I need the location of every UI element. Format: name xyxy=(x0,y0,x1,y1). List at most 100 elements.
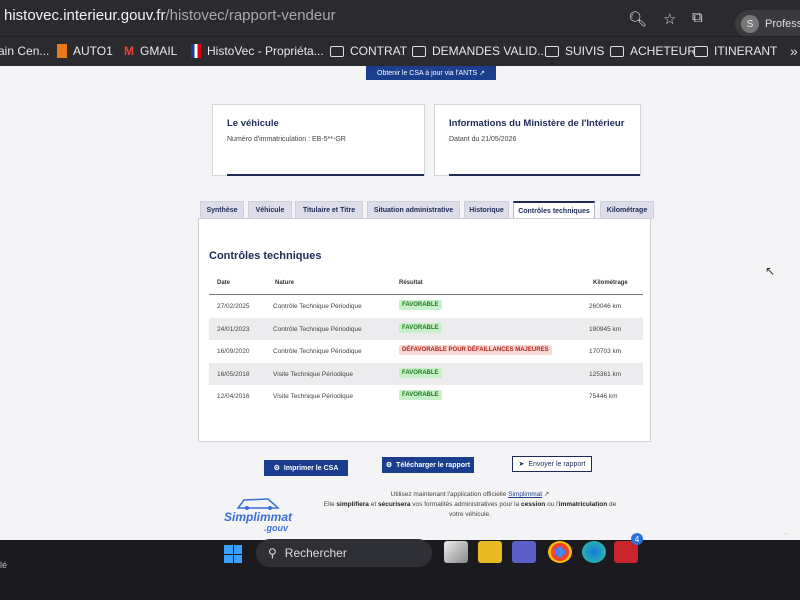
button-label: Télécharger le rapport xyxy=(396,461,471,469)
address-bar[interactable]: histovec.interieur.gouv.fr/histovec/rapp… xyxy=(0,0,800,38)
promo-line-3: votre véhicule. xyxy=(449,511,491,518)
tab-vehicule[interactable]: Véhicule xyxy=(248,201,292,219)
cell-date: 27/02/2025 xyxy=(217,303,250,310)
task-view-icon[interactable] xyxy=(444,541,468,563)
controles-panel: Contrôles techniques Date Nature Résulta… xyxy=(198,218,651,442)
chevron-up-icon[interactable]: ⌃ xyxy=(782,532,790,543)
button-label: Obtenir le CSA à jour via l'ANTS xyxy=(377,69,478,77)
table-row: 16/05/2018 Visite Technique Périodique F… xyxy=(209,362,643,385)
col-result: Résultat xyxy=(399,280,423,286)
bookmark-folder[interactable]: CONTRAT xyxy=(330,44,407,58)
extensions-icon[interactable]: ⧉ xyxy=(692,9,703,26)
tab-kilometrage[interactable]: Kilométrage xyxy=(600,201,654,219)
bookmark-folder[interactable]: ITINERANT xyxy=(694,44,777,58)
folder-icon xyxy=(545,45,559,57)
button-label: Imprimer le CSA xyxy=(283,464,339,472)
chrome-icon[interactable] xyxy=(548,541,572,563)
bookmark-label: ITINERANT xyxy=(714,44,778,58)
tab-synthese[interactable]: Synthèse xyxy=(200,201,244,219)
cell-date: 16/05/2018 xyxy=(217,370,250,378)
mouse-cursor-icon: ↖ xyxy=(765,264,776,278)
bookmark-star-icon[interactable]: ☆ xyxy=(663,10,676,28)
plate-number: Numéro d'immatriculation : EB-5**-GR xyxy=(227,136,346,143)
status-badge: FAVORABLE xyxy=(399,300,442,310)
cell-date: 12/04/2016 xyxy=(217,393,250,400)
bookmark-folder[interactable]: ACHETEUR xyxy=(610,44,696,58)
vehicle-card: Le véhicule Numéro d'immatriculation : E… xyxy=(212,104,425,176)
gmail-icon: M xyxy=(124,44,134,58)
cell-km: 190945 km xyxy=(589,325,622,333)
folder-icon xyxy=(694,45,708,57)
folder-icon xyxy=(610,45,624,57)
edge-icon[interactable] xyxy=(582,541,606,563)
promo-bold: cession xyxy=(521,501,546,508)
table-row: 24/01/2023 Contrôle Technique Périodique… xyxy=(209,317,643,340)
tab-situation[interactable]: Situation administrative xyxy=(367,201,460,219)
bookmark-label: ain Cen... xyxy=(0,44,50,58)
promo-line-2: Elle simplifiera et sécurisera vos forma… xyxy=(300,500,640,510)
simplimmat-logo[interactable]: Simplimmat .gouv xyxy=(224,496,296,536)
external-link-icon: ↗ xyxy=(543,491,550,498)
promo-text: Elle xyxy=(323,501,337,508)
print-csa-button[interactable]: ⚙ Imprimer le CSA xyxy=(264,460,348,476)
histovec-icon xyxy=(191,44,201,58)
promo-text: et xyxy=(368,501,378,508)
bookmark-label: CONTRAT xyxy=(350,44,408,58)
promo-text: de xyxy=(607,501,617,508)
cell-km: 75446 km xyxy=(589,393,618,400)
cell-nature: Contrôle Technique Périodique xyxy=(273,348,362,355)
simplimmat-link[interactable]: Simplimmat xyxy=(508,491,542,498)
bookmark-item[interactable]: M GMAIL xyxy=(124,44,177,58)
bookmarks-overflow-icon[interactable]: » xyxy=(790,43,798,59)
bookmark-label: AUTO1 xyxy=(73,44,113,58)
card-title: Informations du Ministère de l'Intérieur xyxy=(449,118,625,129)
tab-historique[interactable]: Historique xyxy=(464,201,509,219)
profile-button[interactable]: S Professi xyxy=(735,10,800,38)
get-csa-button[interactable]: Obtenir le CSA à jour via l'ANTS ↗ xyxy=(366,66,496,80)
logo-subtext: .gouv xyxy=(264,523,288,533)
card-underline xyxy=(449,174,640,176)
promo-text: Utilisez maintenant l'application offici… xyxy=(390,491,509,498)
cell-nature: Visite Technique Périodique xyxy=(273,393,353,400)
download-report-button[interactable]: ⚙ Télécharger le rapport xyxy=(382,457,474,473)
file-explorer-icon[interactable] xyxy=(478,541,502,563)
bookmark-label: ACHETEUR xyxy=(630,44,697,58)
car-icon xyxy=(236,498,280,510)
notification-badge: 4 xyxy=(631,533,643,545)
bookmark-folder[interactable]: DEMANDES VALID... xyxy=(412,44,547,58)
tab-controles-techniques[interactable]: Contrôles techniques xyxy=(513,201,595,219)
col-km: Kilométrage xyxy=(593,280,628,286)
windows-start-icon[interactable] xyxy=(224,545,242,563)
bookmark-item[interactable]: AUTO1 xyxy=(57,44,113,58)
send-report-button[interactable]: ➤ Envoyer le rapport xyxy=(512,456,592,472)
external-link-icon: ↗ xyxy=(479,70,485,77)
card-title: Le véhicule xyxy=(227,118,279,129)
promo-bold: simplifiera xyxy=(336,501,369,508)
col-date: Date xyxy=(217,280,231,286)
status-badge: FAVORABLE xyxy=(399,367,442,378)
bookmark-item[interactable]: HistoVec - Propriéta... xyxy=(191,44,324,58)
url-host: histovec.interieur.gouv.fr xyxy=(4,7,166,24)
url-text[interactable]: histovec.interieur.gouv.fr/histovec/rapp… xyxy=(4,7,336,24)
controles-table: Date Nature Résultat Kilométrage 27/02/2… xyxy=(209,271,643,408)
cell-km: 260046 km xyxy=(589,303,622,310)
url-actions: 🔍︎ ☆ xyxy=(628,10,677,28)
table-row: 27/02/2025 Contrôle Technique Périodique… xyxy=(209,295,643,318)
ministry-date: Datant du 21/05/2026 xyxy=(449,136,517,143)
promo-text: ou l' xyxy=(545,501,559,508)
tab-titulaire[interactable]: Titulaire et Titre xyxy=(295,201,363,219)
status-badge: FAVORABLE xyxy=(399,322,442,333)
cell-date: 16/09/2020 xyxy=(217,348,250,355)
bookmark-item[interactable]: ain Cen... xyxy=(0,44,49,58)
promo-bold: immatriculation xyxy=(558,501,608,508)
cell-nature: Contrôle Technique Périodique xyxy=(273,303,362,310)
col-nature: Nature xyxy=(275,280,295,286)
teams-icon[interactable] xyxy=(512,541,536,563)
folder-icon xyxy=(330,45,344,57)
zoom-icon[interactable]: 🔍︎ xyxy=(628,10,647,28)
bookmark-folder[interactable]: SUIVIS xyxy=(545,44,604,58)
taskbar-search[interactable]: ⚲ Rechercher xyxy=(256,539,432,567)
url-path: /histovec/rapport-vendeur xyxy=(165,7,336,24)
cell-nature: Contrôle Technique Périodique xyxy=(273,325,362,333)
promo-bold: sécurisera xyxy=(377,501,411,508)
